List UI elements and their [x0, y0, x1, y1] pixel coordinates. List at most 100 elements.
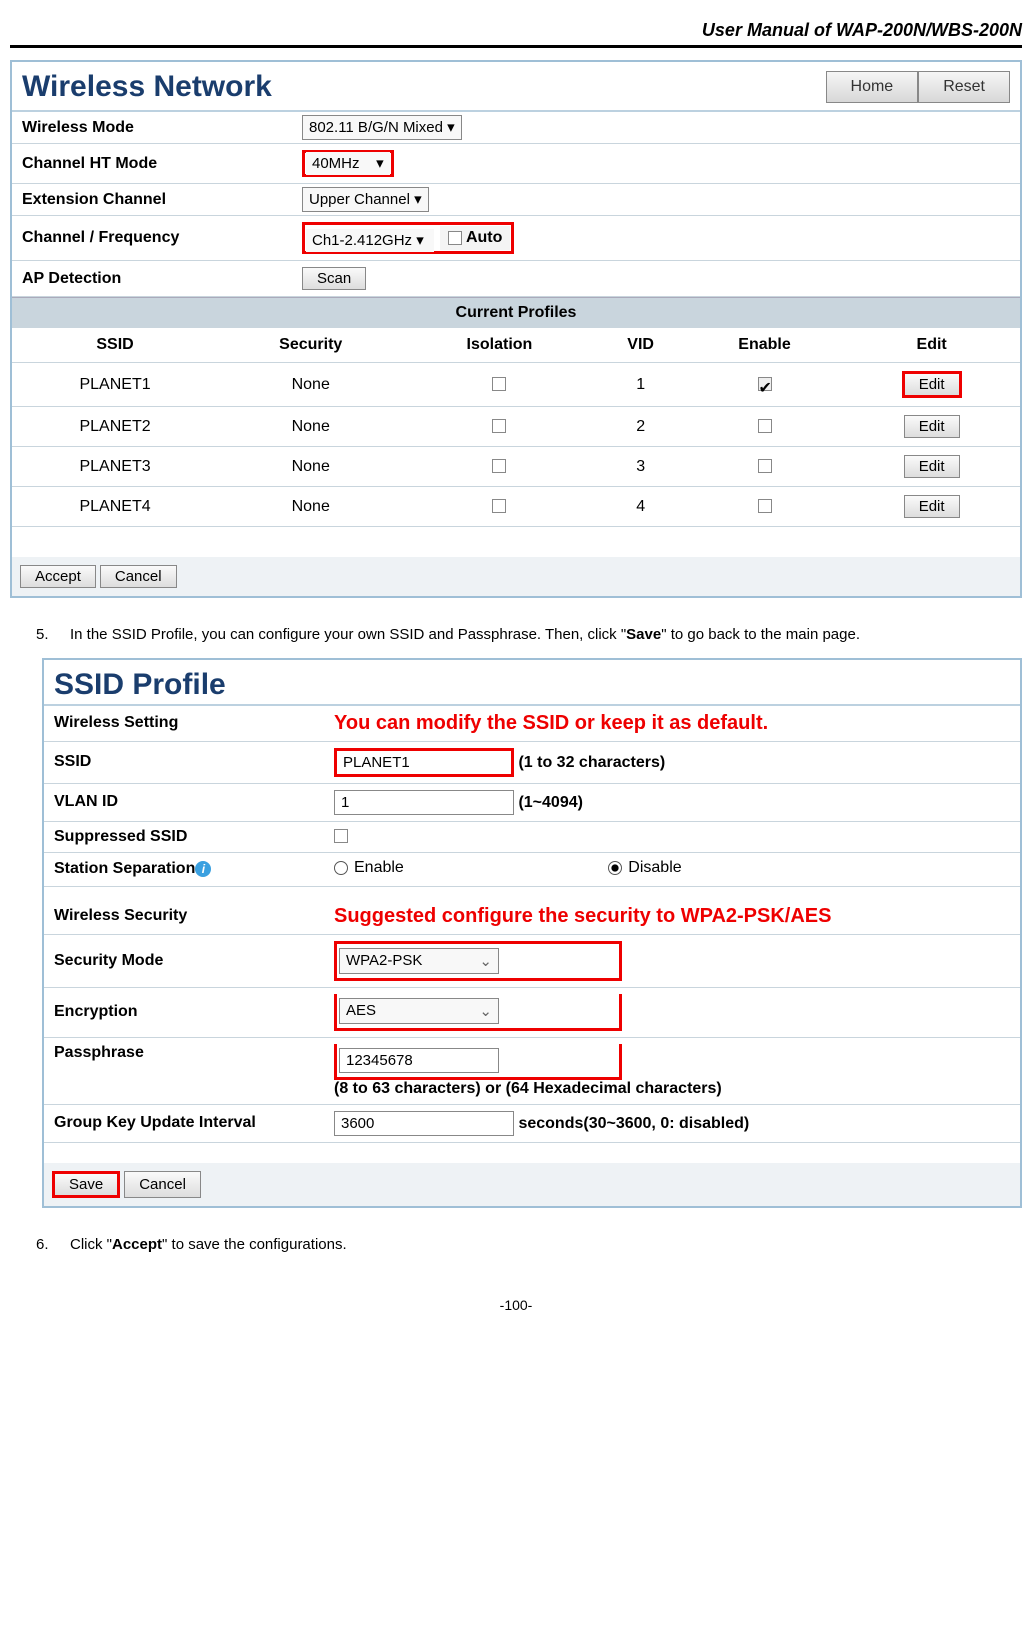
- encryption-highlight: AES ⌄: [334, 994, 622, 1031]
- encryption-select[interactable]: AES ⌄: [339, 998, 499, 1024]
- save-button[interactable]: Save: [52, 1171, 120, 1198]
- encryption-label: Encryption: [44, 987, 324, 1037]
- group-key-input[interactable]: [334, 1111, 514, 1136]
- profiles-header: Current Profiles: [12, 297, 1020, 328]
- wireless-title: Wireless Network: [22, 70, 272, 104]
- ssid-profile-title-row: SSID Profile: [44, 660, 1020, 702]
- radio-enable[interactable]: [334, 861, 348, 875]
- profile-security: None: [218, 447, 403, 487]
- profile-security: None: [218, 407, 403, 447]
- vlan-label: VLAN ID: [44, 783, 324, 821]
- ssid-profile-title: SSID Profile: [54, 668, 226, 702]
- wireless-security-label: Wireless Security: [44, 899, 324, 935]
- edit-button[interactable]: Edit: [904, 495, 960, 518]
- security-mode-select[interactable]: WPA2-PSK ⌄: [339, 948, 499, 974]
- profile-ssid: PLANET2: [12, 407, 218, 447]
- col-isolation: Isolation: [403, 328, 595, 363]
- extension-channel-label: Extension Channel: [12, 184, 292, 216]
- security-highlight: WPA2-PSK ⌄: [334, 941, 622, 981]
- accept-button[interactable]: Accept: [20, 565, 96, 588]
- wireless-network-screenshot: Wireless Network Home Reset Wireless Mod…: [10, 60, 1022, 598]
- station-sep-enable-group[interactable]: Enable: [334, 859, 404, 877]
- wireless-config-table: Wireless Mode 802.11 B/G/N Mixed ▾ Chann…: [12, 112, 1020, 297]
- step-5-number: 5.: [36, 622, 54, 648]
- channel-ht-highlight: 40MHz ▾: [302, 150, 394, 177]
- enable-checkbox-checked[interactable]: ✔: [758, 377, 772, 391]
- profile-ssid: PLANET3: [12, 447, 218, 487]
- chevron-down-icon: ⌄: [479, 1002, 492, 1020]
- channel-ht-select[interactable]: 40MHz ▾: [306, 152, 390, 175]
- scan-button[interactable]: Scan: [302, 267, 366, 290]
- home-button[interactable]: Home: [826, 71, 919, 103]
- edit-button[interactable]: Edit: [904, 455, 960, 478]
- col-edit: Edit: [843, 328, 1020, 363]
- isolation-checkbox[interactable]: [492, 419, 506, 433]
- cancel-button[interactable]: Cancel: [124, 1171, 201, 1198]
- wireless-mode-label: Wireless Mode: [12, 112, 292, 144]
- accept-row: Accept Cancel: [12, 557, 1020, 596]
- wireless-mode-select[interactable]: 802.11 B/G/N Mixed ▾: [302, 115, 462, 140]
- isolation-checkbox[interactable]: [492, 499, 506, 513]
- ssid-input[interactable]: [334, 748, 514, 777]
- profiles-header-row: SSID Security Isolation VID Enable Edit: [12, 328, 1020, 363]
- step-6: 6. Click "Accept" to save the configurat…: [36, 1232, 996, 1258]
- edit-button[interactable]: Edit: [904, 415, 960, 438]
- enable-checkbox[interactable]: [758, 459, 772, 473]
- col-vid: VID: [596, 328, 686, 363]
- suppressed-label: Suppressed SSID: [44, 821, 324, 852]
- col-security: Security: [218, 328, 403, 363]
- step-6-text: Click "Accept" to save the configuration…: [70, 1232, 347, 1258]
- auto-checkbox[interactable]: [448, 231, 462, 245]
- profiles-table: SSID Security Isolation VID Enable Edit …: [12, 328, 1020, 527]
- header-buttons: Home Reset: [826, 71, 1010, 103]
- channel-freq-select[interactable]: Ch1-2.412GHz ▾: [306, 229, 434, 252]
- profile-security: None: [218, 363, 403, 407]
- isolation-checkbox[interactable]: [492, 377, 506, 391]
- table-row: PLANET1 None 1 ✔ Edit: [12, 363, 1020, 407]
- security-mode-label: Security Mode: [44, 934, 324, 987]
- profile-vid: 1: [596, 363, 686, 407]
- profile-ssid: PLANET4: [12, 487, 218, 527]
- radio-disable-selected[interactable]: [608, 861, 622, 875]
- profile-ssid: PLANET1: [12, 363, 218, 407]
- wireless-title-row: Wireless Network Home Reset: [12, 62, 1020, 108]
- passphrase-highlight: [334, 1044, 622, 1080]
- auto-label: Auto: [466, 229, 502, 247]
- ssid-label: SSID: [44, 741, 324, 783]
- chevron-down-icon: ⌄: [479, 952, 492, 970]
- step-5-text: In the SSID Profile, you can configure y…: [70, 622, 860, 648]
- wireless-setting-label: Wireless Setting: [44, 706, 324, 742]
- table-row: PLANET2 None 2 Edit: [12, 407, 1020, 447]
- table-row: PLANET4 None 4 Edit: [12, 487, 1020, 527]
- edit-button[interactable]: Edit: [902, 371, 962, 398]
- enable-checkbox[interactable]: [758, 499, 772, 513]
- station-sep-disable-group[interactable]: Disable: [608, 859, 681, 877]
- group-key-hint: seconds(30~3600, 0: disabled): [518, 1115, 749, 1132]
- profile-security: None: [218, 487, 403, 527]
- isolation-checkbox[interactable]: [492, 459, 506, 473]
- group-key-label: Group Key Update Interval: [44, 1104, 324, 1142]
- col-enable: Enable: [686, 328, 843, 363]
- info-icon: i: [195, 861, 211, 877]
- page-footer: -100-: [10, 1297, 1022, 1313]
- ssid-profile-screenshot: SSID Profile Wireless Setting You can mo…: [42, 658, 1022, 1208]
- channel-ht-label: Channel HT Mode: [12, 144, 292, 184]
- table-row: PLANET3 None 3 Edit: [12, 447, 1020, 487]
- auto-checkbox-group[interactable]: Auto: [440, 226, 510, 250]
- save-row: Save Cancel: [44, 1163, 1020, 1206]
- annotation-security: Suggested configure the security to WPA2…: [334, 905, 831, 927]
- annotation-ssid: You can modify the SSID or keep it as de…: [334, 712, 768, 734]
- channel-freq-label: Channel / Frequency: [12, 216, 292, 261]
- cancel-button[interactable]: Cancel: [100, 565, 177, 588]
- step-5: 5. In the SSID Profile, you can configur…: [36, 622, 996, 648]
- passphrase-label: Passphrase: [44, 1037, 324, 1104]
- reset-button[interactable]: Reset: [918, 71, 1010, 103]
- profile-vid: 2: [596, 407, 686, 447]
- passphrase-input[interactable]: [339, 1048, 499, 1073]
- vlan-input[interactable]: [334, 790, 514, 815]
- enable-checkbox[interactable]: [758, 419, 772, 433]
- ap-detection-label: AP Detection: [12, 261, 292, 297]
- extension-channel-select[interactable]: Upper Channel ▾: [302, 187, 429, 212]
- ssid-profile-table: Wireless Setting You can modify the SSID…: [44, 706, 1020, 1143]
- suppressed-checkbox[interactable]: [334, 829, 348, 843]
